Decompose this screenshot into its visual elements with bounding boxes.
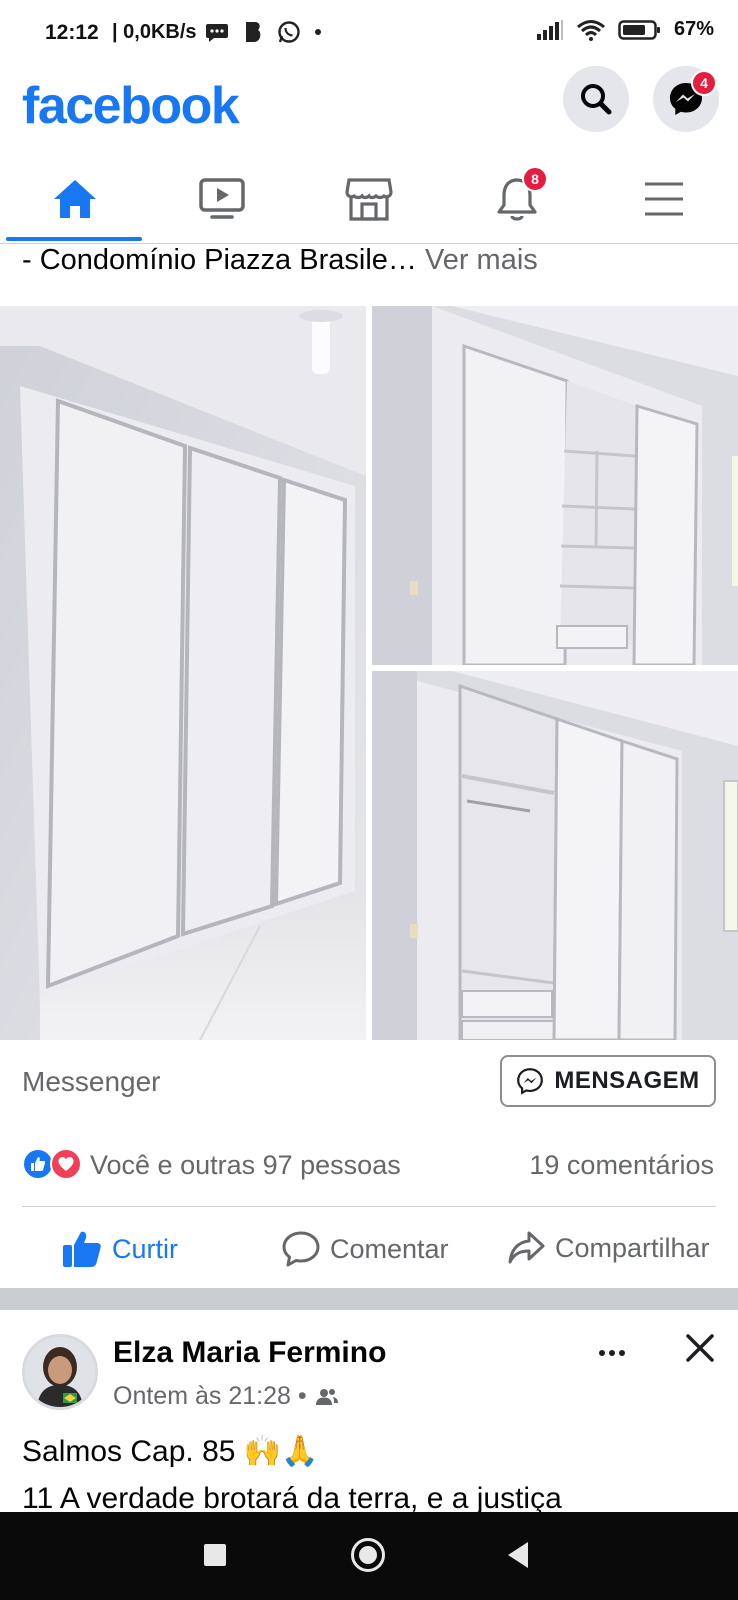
love-reaction-icon — [50, 1148, 82, 1180]
post-photo-1[interactable] — [0, 306, 366, 1040]
post-description-text: - Condomínio Piazza Brasile… — [22, 244, 417, 276]
notifications-badge: 8 — [522, 166, 548, 192]
facebook-logo[interactable]: facebook — [22, 76, 240, 136]
feed-separator — [0, 1288, 738, 1310]
marketplace-icon — [344, 178, 393, 221]
comment-button[interactable]: Comentar — [282, 1230, 449, 1268]
messenger-cta-row: Messenger MENSAGEM — [0, 1040, 738, 1130]
video-icon — [198, 178, 245, 219]
comment-label: Comentar — [330, 1233, 449, 1264]
post-text-line-1: Salmos Cap. 85 🙌🙏 — [22, 1435, 319, 1468]
post-time-text: Ontem às 21:28 • — [113, 1382, 307, 1410]
more-dot — [609, 1350, 615, 1356]
messenger-button[interactable]: 4 — [653, 66, 719, 132]
home-button[interactable] — [351, 1538, 385, 1572]
like-button[interactable]: Curtir — [62, 1230, 178, 1268]
feed-post-2: Elza Maria Fermino Ontem às 21:28 • Salm… — [0, 1310, 738, 1512]
post-description: - Condomínio Piazza Brasile… Ver mais — [22, 244, 538, 277]
see-more-link[interactable]: Ver mais — [425, 244, 538, 276]
menu-icon — [644, 182, 683, 216]
signal-icon — [536, 19, 563, 40]
post-author-name[interactable]: Elza Maria Fermino — [113, 1336, 386, 1370]
wardrobe-photo-2 — [372, 306, 738, 665]
post-options-button[interactable] — [592, 1338, 632, 1368]
app-header: facebook 4 — [0, 66, 738, 146]
messenger-badge: 4 — [691, 70, 717, 96]
tab-home[interactable] — [8, 156, 141, 242]
back-button[interactable] — [508, 1542, 528, 1568]
battery-percentage: 67% — [673, 18, 714, 40]
post-actions: Curtir Comentar Compartilhar — [0, 1212, 738, 1284]
send-message-button[interactable]: MENSAGEM — [500, 1055, 716, 1107]
main-nav-bar: 8 — [0, 156, 738, 244]
wardrobe-photo-3 — [372, 671, 738, 1040]
send-message-label: MENSAGEM — [554, 1067, 700, 1094]
author-avatar[interactable] — [22, 1334, 98, 1410]
home-icon — [53, 180, 96, 218]
post-photo-2[interactable] — [372, 306, 738, 665]
friends-audience-icon — [315, 1388, 338, 1405]
android-navigation-bar — [0, 1512, 738, 1600]
search-button[interactable] — [563, 66, 629, 132]
share-label: Compartilhar — [555, 1232, 710, 1263]
wardrobe-photo-1 — [0, 306, 366, 1040]
tab-menu[interactable] — [597, 156, 730, 242]
post-timestamp: Ontem às 21:28 • — [113, 1382, 339, 1411]
app-b-icon — [246, 22, 261, 42]
battery-icon — [618, 19, 660, 40]
comments-count[interactable]: 19 comentários — [529, 1150, 714, 1181]
tab-marketplace[interactable] — [302, 156, 435, 242]
sms-icon — [206, 24, 228, 42]
post-photo-3[interactable] — [372, 671, 738, 1040]
status-bar: 12:12 | 0,0KB/s 67% — [0, 0, 738, 66]
like-label: Curtir — [112, 1233, 178, 1264]
messenger-label: Messenger — [22, 1066, 161, 1097]
close-icon — [686, 1334, 714, 1362]
reactions-summary[interactable]: Você e outras 97 pessoas 19 comentários — [0, 1140, 738, 1200]
comment-icon — [282, 1231, 320, 1267]
thumbs-up-icon — [63, 1231, 101, 1267]
status-network-speed: | 0,0KB/s — [112, 21, 197, 43]
actions-divider — [22, 1206, 716, 1207]
search-icon — [581, 84, 612, 115]
post-text-line-2: 11 A verdade brotará da terra, e a justi… — [22, 1482, 562, 1512]
reactions-count-text[interactable]: Você e outras 97 pessoas — [90, 1150, 401, 1181]
more-notifications-dot — [315, 29, 321, 35]
status-system-icons: 67% — [536, 18, 714, 41]
wifi-icon — [577, 19, 605, 41]
tab-video[interactable] — [155, 156, 288, 242]
share-icon — [508, 1231, 545, 1264]
tab-notifications[interactable]: 8 — [450, 156, 583, 242]
status-notification-icons — [205, 20, 321, 44]
hide-post-button[interactable] — [680, 1328, 720, 1368]
active-tab-indicator — [6, 237, 142, 241]
status-time: 12:12 — [45, 21, 99, 44]
reaction-icons — [22, 1148, 82, 1180]
post-text-clip: 11 A verdade brotará da terra, e a justi… — [0, 1470, 738, 1512]
messenger-icon — [517, 1068, 544, 1095]
recent-apps-button[interactable] — [204, 1544, 226, 1566]
more-dot — [599, 1350, 605, 1356]
avatar-image — [25, 1337, 95, 1407]
more-dot — [619, 1350, 625, 1356]
post-photo-grid — [0, 306, 738, 1040]
share-button[interactable]: Compartilhar — [507, 1230, 710, 1266]
home-button-inner — [359, 1546, 377, 1564]
whatsapp-icon — [278, 21, 300, 43]
